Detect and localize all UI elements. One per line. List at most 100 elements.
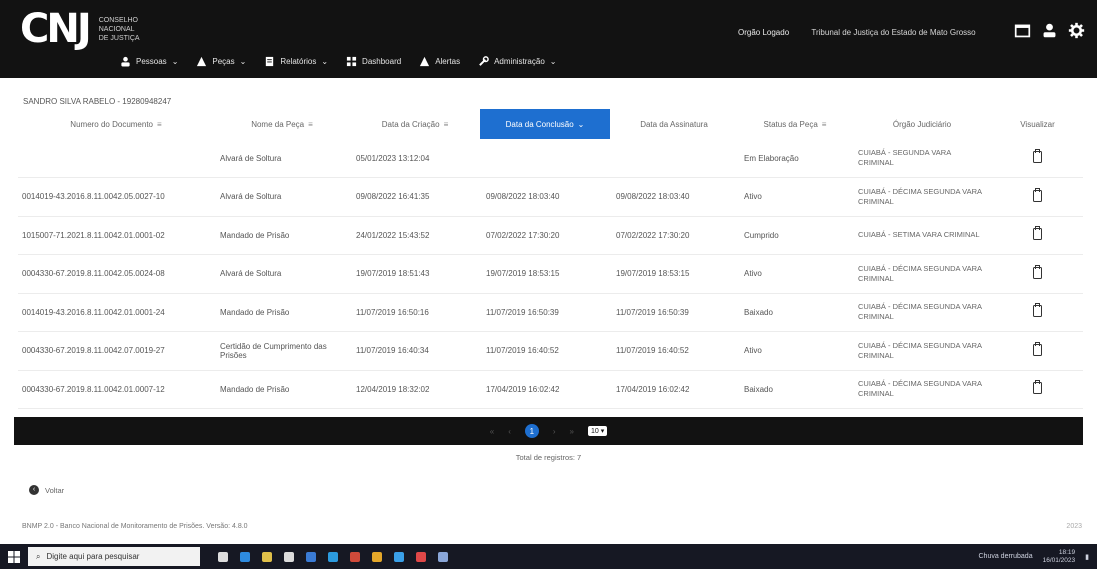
table-header-row: Numero do Documento ≡ Nome da Peça ≡ Data … bbox=[18, 109, 1083, 139]
clipboard-icon[interactable] bbox=[1033, 264, 1042, 279]
piece-status: Baixado bbox=[738, 370, 852, 409]
concluded-date: 07/02/2022 17:30:20 bbox=[480, 216, 610, 255]
per-page-select[interactable]: 10 ▾ bbox=[587, 426, 608, 436]
clipboard-icon[interactable] bbox=[1033, 226, 1042, 241]
app-pink-icon[interactable] bbox=[416, 551, 426, 562]
clipboard-icon[interactable] bbox=[1033, 187, 1042, 202]
col-header-orgao[interactable]: Órgão Judiciário bbox=[852, 109, 992, 139]
piece-name: Mandado de Prisão bbox=[214, 370, 350, 409]
judicial-organ: CUIABÁ - SETIMA VARA CRIMINAL bbox=[852, 216, 992, 255]
word-icon[interactable] bbox=[328, 551, 338, 562]
pieces-table: Numero do Documento ≡ Nome da Peça ≡ Data … bbox=[18, 109, 1083, 409]
folder-icon[interactable] bbox=[1014, 22, 1031, 39]
chevron-down-icon: ⌄ bbox=[171, 56, 179, 66]
piece-status: Ativo bbox=[738, 254, 852, 294]
taskbar-search[interactable]: ⌕ Digite aqui para pesquisar bbox=[28, 547, 200, 566]
signed-date: 17/04/2019 16:02:42 bbox=[610, 370, 738, 409]
report-icon bbox=[266, 56, 274, 66]
created-date: 11/07/2019 16:50:16 bbox=[350, 293, 480, 332]
prev-page-icon[interactable]: « bbox=[490, 427, 494, 436]
start-button[interactable] bbox=[0, 550, 28, 563]
sort-icon: ≡ bbox=[821, 119, 827, 129]
next-icon[interactable]: › bbox=[553, 427, 556, 436]
nav-item-administracao[interactable]: Administração ⌄ bbox=[478, 55, 556, 67]
judicial-organ: CUIABÁ - SEGUNDA VARA CRIMINAL bbox=[852, 139, 992, 178]
created-date: 12/04/2019 18:32:02 bbox=[350, 370, 480, 409]
person-icon bbox=[121, 56, 130, 67]
table-row: 0004330-67.2019.8.11.0042.07.0019-27 Cert… bbox=[18, 331, 1083, 371]
main-nav: Pessoas ⌄ Peças ⌄ Relatórios ⌄ Dashboard Al… bbox=[120, 52, 556, 70]
clipboard-icon[interactable] bbox=[1033, 380, 1042, 395]
signed-date: 11/07/2019 16:50:39 bbox=[610, 293, 738, 332]
search-icon: ⌕ bbox=[36, 551, 41, 561]
chrome-icon[interactable] bbox=[372, 551, 382, 562]
col-header-conclusao[interactable]: Data da Conclusão ⌄ bbox=[480, 109, 610, 139]
piece-name: Mandado de Prisão bbox=[214, 216, 350, 255]
clock-date: 16/01/2023 bbox=[1042, 556, 1076, 564]
piece-name: Certidão de Cumprimento das Prisões bbox=[214, 331, 350, 371]
alert-icon bbox=[420, 56, 430, 66]
mail-icon[interactable] bbox=[306, 551, 316, 562]
pagination-bar: « ‹ 1 › » 10 ▾ bbox=[14, 417, 1083, 445]
table-row: 0014019-43.2016.8.11.0042.01.0001-24 Mand… bbox=[18, 293, 1083, 332]
footer-year: 2023 bbox=[1066, 523, 1082, 530]
view-cell bbox=[992, 177, 1083, 217]
user-icon[interactable] bbox=[1041, 22, 1058, 39]
taskbar-search-placeholder: Digite aqui para pesquisar bbox=[46, 552, 140, 561]
edge-icon[interactable] bbox=[240, 551, 250, 562]
top-header: CNJ Conselho Nacional de Justiça Orgão L… bbox=[0, 0, 1097, 78]
store-icon[interactable] bbox=[284, 551, 294, 562]
weather-widget[interactable]: Chuva derrubada bbox=[979, 553, 1033, 560]
col-label: Data da Criação bbox=[381, 119, 440, 129]
windows-taskbar: ⌕ Digite aqui para pesquisar Chuva derru… bbox=[0, 544, 1097, 569]
explorer-icon[interactable] bbox=[262, 551, 272, 562]
col-header-assinatura[interactable]: Data da Assinatura bbox=[610, 109, 738, 139]
clipboard-icon[interactable] bbox=[1033, 149, 1042, 163]
piece-status: Em Elaboração bbox=[738, 139, 852, 178]
nav-item-relatorios[interactable]: Relatórios ⌄ bbox=[264, 56, 328, 67]
col-label: Status da Peça bbox=[763, 119, 818, 129]
nav-item-pessoas[interactable]: Pessoas ⌄ bbox=[120, 56, 178, 67]
cnj-logo[interactable]: CNJ Conselho Nacional de Justiça bbox=[20, 6, 159, 52]
clock-time: 18:19 bbox=[1058, 548, 1076, 556]
app-red-icon[interactable] bbox=[350, 551, 360, 562]
system-tray: Chuva derrubada 18:19 16/01/2023 ▮ bbox=[979, 549, 1097, 565]
prev-icon[interactable]: ‹ bbox=[508, 427, 511, 436]
view-cell bbox=[992, 216, 1083, 255]
back-button[interactable]: ‹ Voltar bbox=[29, 485, 64, 495]
clipboard-icon[interactable] bbox=[1033, 341, 1042, 356]
piece-status: Baixado bbox=[738, 293, 852, 332]
piece-name: Alvará de Soltura bbox=[214, 254, 350, 294]
col-header-nome[interactable]: Nome da Peça ≡ bbox=[214, 109, 350, 139]
logo-subtitle: Conselho Nacional de Justiça bbox=[99, 16, 159, 43]
nav-item-dashboard[interactable]: Dashboard bbox=[346, 56, 401, 67]
page-button-current[interactable]: 1 bbox=[524, 424, 539, 438]
judicial-organ: CUIABÁ - DÉCIMA SEGUNDA VARA CRIMINAL bbox=[852, 177, 992, 217]
logged-org-name: Tribunal de Justiça do Estado de Mato Gr… bbox=[811, 28, 976, 37]
clipboard-icon[interactable] bbox=[1033, 303, 1042, 318]
nav-item-alertas[interactable]: Alertas bbox=[419, 56, 460, 67]
sort-icon: ≡ bbox=[443, 119, 449, 129]
wrench-icon bbox=[479, 55, 489, 66]
teams-icon[interactable] bbox=[394, 551, 404, 562]
clock[interactable]: 18:19 16/01/2023 bbox=[1043, 549, 1076, 565]
col-header-visualizar: Visualizar bbox=[992, 109, 1083, 139]
col-header-criacao[interactable]: Data da Criação ≡ bbox=[350, 109, 480, 139]
document-number: 0014019-43.2016.8.11.0042.01.0001-24 bbox=[18, 293, 214, 332]
sort-icon: ≡ bbox=[157, 119, 162, 129]
col-header-status[interactable]: Status da Peça ≡ bbox=[738, 109, 852, 139]
table-row: 0004330-67.2019.8.11.0042.01.0007-12 Mand… bbox=[18, 370, 1083, 409]
nav-item-pecas[interactable]: Peças ⌄ bbox=[196, 56, 246, 67]
logo-sub-line-3: de Justiça bbox=[98, 34, 140, 42]
created-date: 24/01/2022 15:43:52 bbox=[350, 216, 480, 255]
app-doc-icon[interactable] bbox=[438, 551, 448, 562]
document-number: 0014019-43.2016.8.11.0042.05.0027-10 bbox=[18, 177, 214, 217]
created-date: 11/07/2019 16:40:34 bbox=[350, 331, 480, 371]
notification-icon[interactable]: ▮ bbox=[1085, 553, 1089, 561]
table-row: 1015007-71.2021.8.11.0042.01.0001-02 Mand… bbox=[18, 216, 1083, 255]
footer-text: BNMP 2.0 - Banco Nacional de Monitoramen… bbox=[22, 523, 248, 530]
task-view-icon[interactable] bbox=[218, 551, 228, 562]
gear-icon[interactable] bbox=[1068, 22, 1085, 39]
next-page-icon[interactable]: » bbox=[570, 427, 574, 436]
col-header-numero[interactable]: Numero do Documento ≡ bbox=[18, 109, 214, 139]
